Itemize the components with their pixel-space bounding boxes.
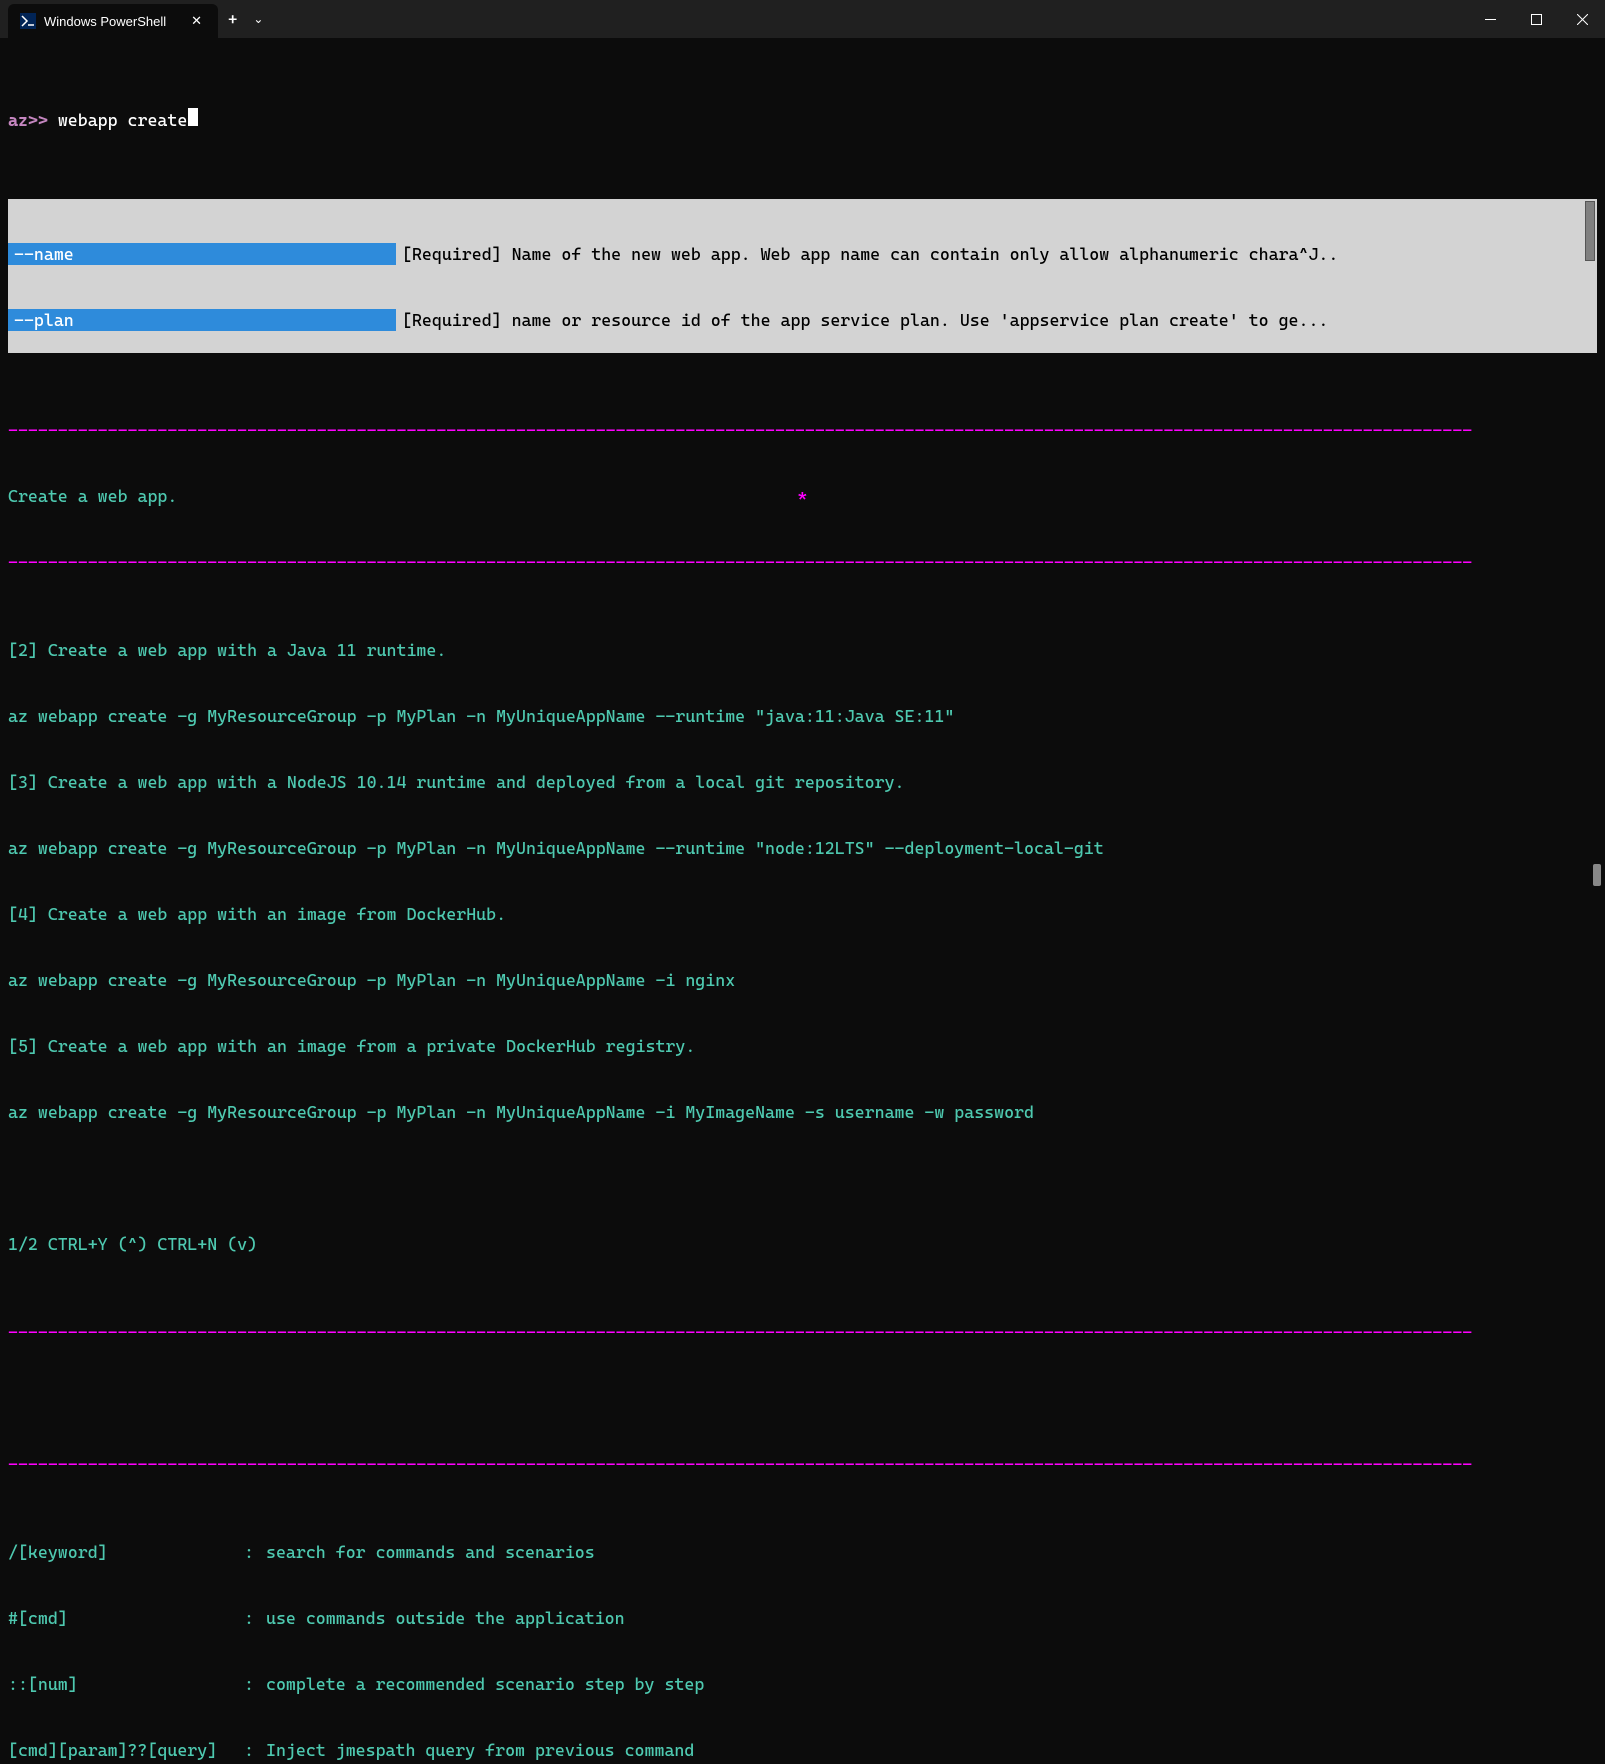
divider: ----------------------------------------… — [8, 419, 1597, 441]
example-line: az webapp create -g MyResourceGroup -p M… — [8, 705, 1597, 727]
completion-option[interactable]: --plan — [8, 309, 396, 331]
example-line: az webapp create -g MyResourceGroup -p M… — [8, 837, 1597, 859]
help-row: #[cmd]: use commands outside the applica… — [8, 1607, 1597, 1629]
completion-description: [Required] name or resource id of the ap… — [402, 309, 1591, 331]
prompt-line: az>> webapp create — [8, 108, 1597, 131]
cursor — [188, 108, 198, 126]
prompt: az>> — [8, 109, 58, 131]
window-controls — [1467, 0, 1605, 38]
powershell-icon — [20, 13, 36, 29]
terminal-area[interactable]: az>> webapp create --name --plan --resou… — [0, 38, 1605, 1764]
maximize-button[interactable] — [1513, 0, 1559, 38]
title-bar: Windows PowerShell ✕ + ⌄ — [0, 0, 1605, 38]
tab-powershell[interactable]: Windows PowerShell ✕ — [8, 4, 218, 38]
command-input[interactable]: webapp create — [58, 109, 188, 131]
blank-line — [8, 1387, 1597, 1409]
summary-line: Create a web app.* — [8, 485, 1597, 507]
example-line: az webapp create -g MyResourceGroup -p M… — [8, 1101, 1597, 1123]
completion-menu[interactable]: --name --plan --resource-group --assign-… — [8, 199, 1597, 353]
tab-dropdown-icon[interactable]: ⌄ — [247, 12, 269, 26]
example-line: az webapp create -g MyResourceGroup -p M… — [8, 969, 1597, 991]
minimize-button[interactable] — [1467, 0, 1513, 38]
completion-options: --name --plan --resource-group --assign-… — [8, 199, 396, 353]
completion-description: [Required] Name of the new web app. Web … — [402, 243, 1591, 265]
tab-title: Windows PowerShell — [44, 14, 179, 29]
help-row: ::[num]: complete a recommended scenario… — [8, 1673, 1597, 1695]
help-row: /[keyword]: search for commands and scen… — [8, 1541, 1597, 1563]
divider: ----------------------------------------… — [8, 1321, 1597, 1343]
divider: ----------------------------------------… — [8, 551, 1597, 573]
pager-hint: 1/2 CTRL+Y (^) CTRL+N (v) — [8, 1233, 1597, 1255]
example-line: [4] Create a web app with an image from … — [8, 903, 1597, 925]
completion-descriptions: [Required] Name of the new web app. Web … — [396, 199, 1597, 353]
new-tab-button[interactable]: + — [218, 10, 247, 29]
terminal-scrollbar[interactable] — [1593, 864, 1601, 886]
completion-scrollbar[interactable] — [1585, 201, 1595, 261]
divider: ----------------------------------------… — [8, 1453, 1597, 1475]
completion-option[interactable]: --name — [8, 243, 396, 265]
close-window-button[interactable] — [1559, 0, 1605, 38]
example-line: [2] Create a web app with a Java 11 runt… — [8, 639, 1597, 661]
help-row: [cmd][param]??[query]: Inject jmespath q… — [8, 1739, 1597, 1761]
close-tab-icon[interactable]: ✕ — [187, 14, 206, 29]
blank-line — [8, 1167, 1597, 1189]
example-line: [5] Create a web app with an image from … — [8, 1035, 1597, 1057]
example-line: [3] Create a web app with a NodeJS 10.14… — [8, 771, 1597, 793]
